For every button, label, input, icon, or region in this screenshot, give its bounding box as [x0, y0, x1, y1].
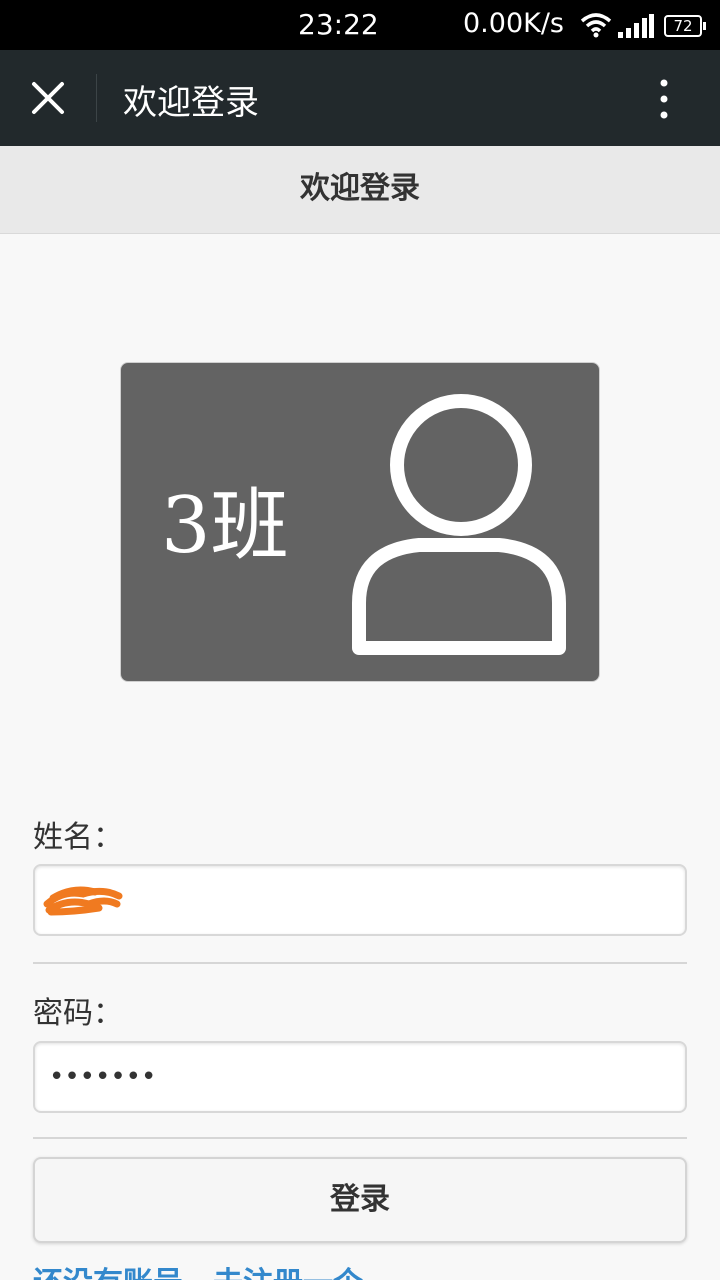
form-divider	[33, 1137, 687, 1139]
password-input[interactable]: •••••••	[33, 1041, 687, 1113]
wifi-icon	[580, 13, 612, 38]
class-banner: 3班	[120, 362, 600, 682]
app-bar-divider	[96, 74, 97, 122]
page-header: 欢迎登录	[0, 146, 720, 234]
person-icon	[352, 394, 566, 655]
network-speed: 0.00K/s	[463, 8, 564, 39]
status-time: 23:22	[298, 8, 379, 41]
password-label: 密码：	[33, 996, 123, 1031]
name-input[interactable]	[33, 864, 687, 936]
battery-level: 72	[673, 17, 693, 35]
class-name: 3班	[161, 481, 289, 571]
app-bar-title: 欢迎登录	[123, 83, 259, 123]
battery-icon: 72	[664, 15, 706, 37]
register-link[interactable]: 还没有账号，去注册一个	[33, 1258, 363, 1280]
password-input-value: •••••••	[49, 1062, 157, 1092]
close-icon[interactable]	[26, 76, 70, 120]
status-bar: 23:22 0.00K/s 72	[0, 0, 720, 50]
login-button[interactable]: 登录	[33, 1157, 687, 1243]
redaction-scribble	[43, 886, 123, 916]
form-divider	[33, 962, 687, 964]
name-label: 姓名：	[33, 820, 123, 855]
app-bar: 欢迎登录	[0, 50, 720, 146]
more-vertical-icon[interactable]	[646, 74, 682, 124]
signal-icon	[618, 14, 654, 38]
